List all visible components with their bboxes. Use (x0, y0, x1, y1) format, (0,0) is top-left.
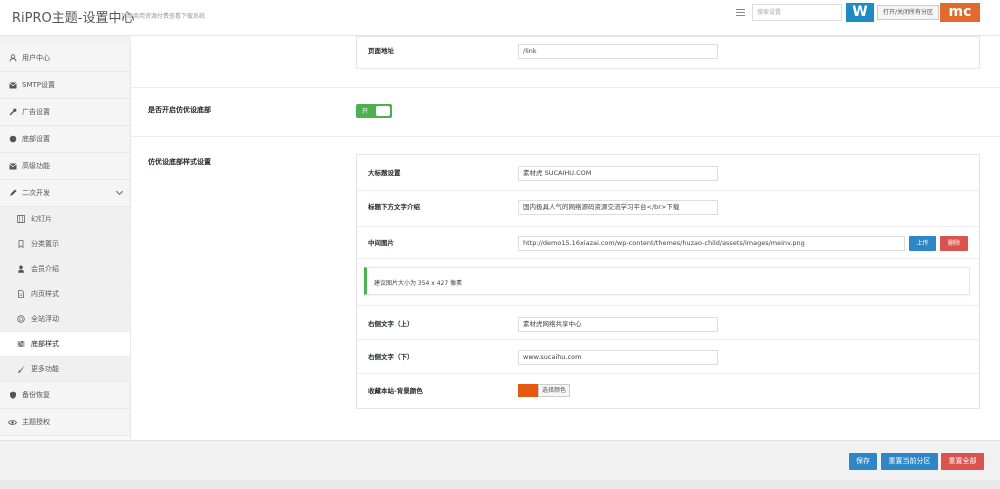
sidebar-subitem-slider[interactable]: 幻灯片 (0, 207, 130, 232)
lifebuoy-icon (16, 315, 25, 324)
title-desc-label: 标题下方文字介绍 (368, 203, 420, 211)
mail-icon (8, 162, 17, 171)
middle-image-label: 中间图片 (368, 239, 394, 247)
right-text-top-label: 右侧文字（上） (368, 320, 414, 328)
shield-icon (8, 391, 17, 400)
bottom-strip (0, 480, 1000, 489)
film-icon (16, 215, 25, 224)
sidebar-subitem-category[interactable]: 分类置示 (0, 232, 130, 257)
page-url-box: 页面地址 /link (356, 36, 980, 69)
sidebar-subitem-label: 底部样式 (31, 340, 59, 348)
edit-icon (8, 189, 17, 198)
sidebar-item-label: 二次开发 (22, 189, 50, 197)
sidebar-item-license[interactable]: 主题授权 (0, 409, 130, 436)
right-text-bottom-label: 右侧文字（下） (368, 353, 414, 361)
wrench-icon (8, 108, 17, 117)
sidebar-item-label: 备份恢复 (22, 391, 50, 399)
title-desc-input[interactable]: 国内极具人气的网络源码资源交流学习平台</br>下载 (518, 200, 718, 215)
sidebar-item-advanced[interactable]: 高级功能 (0, 153, 130, 180)
middle-image-row: 中间图片 http://demo15.16xiazai.com/wp-conte… (357, 227, 979, 259)
user-icon (16, 265, 25, 274)
bookmark-icon (16, 240, 25, 249)
remove-button[interactable]: 删除 (940, 236, 968, 251)
settings-panel: 页面地址 /link 是否开启仿优设底部 开 仿优设底部样式设置 大标题设置 素… (131, 36, 1000, 440)
big-title-label: 大标题设置 (368, 169, 401, 177)
sidebar-subitem-more[interactable]: 更多功能 (0, 357, 130, 382)
page-url-input[interactable]: /link (518, 44, 718, 59)
toggle-footer-label: 是否开启仿优设底部 (148, 106, 211, 114)
big-title-input[interactable]: 素材虎 SUCAIHU.COM (518, 166, 718, 181)
image-size-notice: 建议图片大小为 354 x 427 像素 (364, 267, 970, 295)
sidebar-item-label: 底部设置 (22, 135, 50, 143)
right-text-bottom-row: 右侧文字（下） www.sucaihu.com (357, 340, 979, 374)
user-icon (8, 54, 17, 63)
toggle-knob (376, 106, 390, 116)
sidebar-subitem-membership[interactable]: 会员介绍 (0, 257, 130, 282)
eye-icon (8, 418, 17, 427)
toggle-state-label: 开 (362, 108, 369, 115)
big-title-row: 大标题设置 素材虎 SUCAIHU.COM (357, 155, 979, 191)
reset-all-button[interactable]: 重置全部 (941, 453, 984, 470)
sidebar-item-label: 高级功能 (22, 162, 50, 170)
sidebar-item-smtp[interactable]: SMTP设置 (0, 72, 130, 99)
file-icon (16, 290, 25, 299)
search-input[interactable] (752, 4, 842, 21)
sidebar-subitem-inner-style[interactable]: 内页样式 (0, 282, 130, 307)
sidebar-item-footer-settings[interactable]: 底部设置 (0, 126, 130, 153)
sidebar-subitem-label: 全站浮动 (31, 315, 59, 323)
sidebar-item-label: 广告设置 (22, 108, 50, 116)
sidebar-item-ads[interactable]: 广告设置 (0, 99, 130, 126)
sidebar-subitem-footer-style[interactable]: 底部样式 (0, 332, 130, 357)
chevron-down-icon (115, 187, 124, 196)
upload-button[interactable]: 上传 (909, 236, 936, 251)
right-text-top-row: 右侧文字（上） 素材虎网络共享中心 (357, 305, 979, 340)
select-color-button[interactable]: 选择颜色 (538, 384, 571, 397)
sidebar-item-dev[interactable]: 二次开发 (0, 180, 130, 207)
watermark-logo-right: mc (940, 3, 980, 22)
sidebar-subitem-label: 内页样式 (31, 290, 59, 298)
right-text-bottom-input[interactable]: www.sucaihu.com (518, 350, 718, 365)
app-title: RiPRO主题-设置中心 (12, 11, 135, 26)
sidebar-item-label: 主题授权 (22, 418, 50, 426)
list-icon[interactable] (736, 9, 745, 17)
right-text-top-input[interactable]: 素材虎网络共享中心 (518, 317, 718, 332)
divider (131, 87, 1000, 88)
sidebar-item-label: SMTP设置 (22, 81, 55, 89)
sidebar-item-label: 用户中心 (22, 54, 50, 62)
top-bar: RiPRO主题-设置中心 顶级商用资源付费查看下载系统 W 打开/关闭所有分区 … (0, 0, 1000, 36)
sidebar-subitem-label: 会员介绍 (31, 265, 59, 273)
save-button[interactable]: 保存 (849, 453, 877, 470)
sliders-icon (16, 340, 25, 349)
title-desc-row: 标题下方文字介绍 国内极具人气的网络源码资源交流学习平台</br>下载 (357, 191, 979, 227)
sidebar-item-user-center[interactable]: 用户中心 (0, 45, 130, 72)
sidebar-subitem-label: 幻灯片 (31, 215, 52, 223)
footer-style-toggle[interactable]: 开 (356, 104, 392, 118)
sidebar: 用户中心 SMTP设置 广告设置 底部设置 高级功能 二次开发 幻灯片 分类置示… (0, 45, 131, 440)
sidebar-subitem-label: 分类置示 (31, 240, 59, 248)
sidebar-item-backup[interactable]: 备份恢复 (0, 382, 130, 409)
expand-all-button[interactable]: 打开/关闭所有分区 (877, 5, 939, 20)
circle-icon (8, 135, 17, 144)
style-section-label: 仿优设底部样式设置 (148, 158, 211, 166)
bg-color-label: 收藏本站-背景颜色 (368, 387, 423, 395)
middle-image-input[interactable]: http://demo15.16xiazai.com/wp-content/th… (518, 236, 905, 251)
color-swatch[interactable] (518, 384, 538, 397)
brush-icon (16, 365, 25, 374)
app-subtitle: 顶级商用资源付费查看下载系统 (121, 13, 206, 20)
mail-icon (8, 81, 17, 90)
reset-section-button[interactable]: 重置当前分区 (881, 453, 938, 470)
sidebar-subitem-float[interactable]: 全站浮动 (0, 307, 130, 332)
watermark-logo-left: W (846, 3, 874, 22)
page-url-label: 页面地址 (368, 47, 394, 55)
style-fields-box: 大标题设置 素材虎 SUCAIHU.COM 标题下方文字介绍 国内极具人气的网络… (356, 154, 980, 409)
sidebar-subitem-label: 更多功能 (31, 365, 59, 373)
notice-text: 建议图片大小为 354 x 427 像素 (374, 280, 463, 287)
bg-color-row: 收藏本站-背景颜色 选择颜色 (357, 374, 979, 409)
divider (131, 136, 1000, 137)
